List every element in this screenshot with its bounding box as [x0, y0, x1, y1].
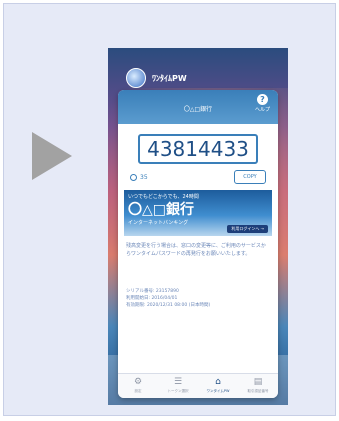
help-label: ヘルプ: [254, 107, 270, 113]
ad-banner[interactable]: いつでもどこからでも、24時間 〇△□銀行 インターネットバンキング 利用ログイ…: [124, 190, 272, 236]
app-logo-icon: [126, 68, 146, 88]
countdown-value: 35: [140, 173, 148, 181]
start-date: 利用開始日: 2016/04/01: [126, 296, 178, 301]
notice-text: 残高変更を行う場合は、窓口の変更等に、ご利用のサービスからワンタイムパスワードの…: [126, 243, 266, 257]
card-header: 〇△□銀行 ? ヘルプ: [118, 90, 278, 124]
bank-icon: ⌂: [215, 377, 221, 387]
tab-label: 設定: [134, 389, 142, 393]
serial-number: シリアル番号: 23157890: [126, 289, 179, 294]
countdown: 35: [130, 173, 148, 181]
tab-label: ワンタイムPW: [206, 389, 230, 393]
token-info: シリアル番号: 23157890 利用開始日: 2016/04/01 有効期限:…: [126, 288, 270, 309]
help-icon: ?: [256, 94, 268, 105]
copy-button[interactable]: COPY: [234, 170, 266, 184]
gear-icon: ⚙: [133, 377, 143, 387]
timer-row: 35 COPY: [118, 164, 278, 184]
document-icon: ▤: [253, 377, 263, 387]
slide-frame: ﾜﾝﾀｲﾑPW 〇△□銀行 ? ヘルプ 43814433 35 COPY いつで…: [3, 3, 336, 416]
app-title: ﾜﾝﾀｲﾑPW: [152, 73, 187, 83]
app-header: ﾜﾝﾀｲﾑPW: [126, 68, 187, 88]
tab-settings[interactable]: ⚙ 設定: [118, 374, 158, 398]
list-icon: ☰: [173, 377, 183, 387]
otp-card: 〇△□銀行 ? ヘルプ 43814433 35 COPY いつでもどこからでも、…: [118, 90, 278, 398]
banner-service-name: インターネットバンキング: [128, 220, 189, 226]
tab-label: 取引認証番号: [247, 389, 269, 393]
banner-login-button[interactable]: 利用ログインへ →: [227, 225, 268, 233]
help-button[interactable]: ? ヘルプ: [255, 94, 270, 113]
tab-onetime-pw[interactable]: ⌂ ワンタイムPW: [198, 374, 238, 398]
otp-code: 43814433: [138, 134, 258, 164]
tab-token-select[interactable]: ☰ トークン選択: [158, 374, 198, 398]
expiry-date: 有効期限: 2020/12/31 08:00 (日本時間): [126, 303, 211, 308]
tab-label: トークン選択: [167, 389, 189, 393]
clock-icon: [130, 173, 137, 181]
play-arrow-icon[interactable]: [32, 132, 72, 180]
banner-bank-name: 〇△□銀行: [128, 202, 194, 218]
tab-transaction-auth[interactable]: ▤ 取引認証番号: [238, 374, 278, 398]
phone-screenshot: ﾜﾝﾀｲﾑPW 〇△□銀行 ? ヘルプ 43814433 35 COPY いつで…: [108, 48, 288, 405]
tab-bar: ⚙ 設定 ☰ トークン選択 ⌂ ワンタイムPW ▤ 取引認証番号: [118, 373, 278, 398]
